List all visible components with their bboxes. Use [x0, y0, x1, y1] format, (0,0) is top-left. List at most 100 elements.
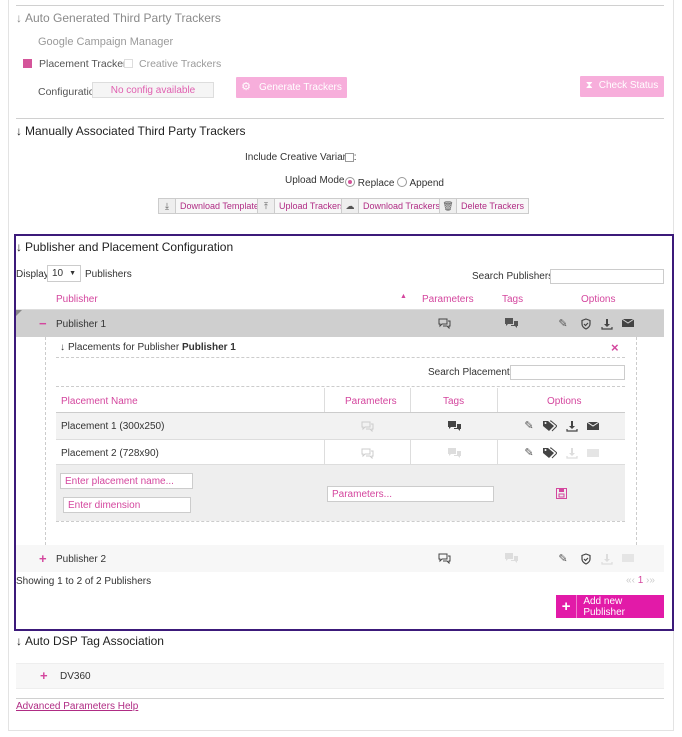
upload-trackers-button[interactable]: ⤒ Upload Trackers	[257, 198, 350, 214]
pagination: «‹ 1 ›»	[626, 575, 655, 586]
comments-filled-icon[interactable]	[447, 448, 461, 459]
parameters-input[interactable]	[327, 486, 494, 502]
section-dsp-title[interactable]: ↓ Auto DSP Tag Association	[16, 634, 164, 648]
download-icon[interactable]	[565, 420, 579, 432]
hourglass-icon: ⧗	[585, 80, 593, 91]
arrow-down-icon: ↓	[16, 124, 22, 138]
placements-title[interactable]: ↓ Placements for Publisher Publisher 1	[60, 342, 236, 353]
add-publisher-button[interactable]: + Add new Publisher	[556, 595, 664, 618]
advanced-parameters-help-link[interactable]: Advanced Parameters Help	[16, 701, 138, 712]
replace-label: Replace	[357, 178, 395, 189]
dsp-name: DV360	[60, 671, 91, 682]
envelope-icon[interactable]	[586, 448, 600, 458]
config-select[interactable]: No config available	[92, 82, 214, 98]
divider	[56, 521, 625, 522]
upload-icon: ⤒	[258, 199, 275, 213]
divider	[16, 118, 664, 119]
shield-check-icon[interactable]	[579, 318, 593, 330]
envelope-icon[interactable]	[586, 421, 600, 431]
comments-icon[interactable]	[437, 318, 451, 329]
section-publisher-config-title[interactable]: ↓ Publisher and Placement Configuration	[16, 240, 233, 254]
caret-down-icon: ▼	[69, 270, 76, 277]
expand-toggle[interactable]: +	[39, 551, 47, 566]
section-auto-trackers-title[interactable]: ↓ Auto Generated Third Party Trackers	[16, 11, 221, 25]
placement-name: Placement 2 (728x90)	[61, 448, 159, 459]
expand-toggle[interactable]: +	[40, 668, 48, 683]
placement-trackers-checkbox[interactable]	[23, 59, 32, 68]
upload-mode-radios: Replace Append	[345, 177, 444, 189]
row-corner-marker	[16, 310, 22, 316]
column-publisher[interactable]: Publisher	[56, 294, 98, 305]
divider	[56, 357, 625, 358]
append-radio[interactable]	[397, 177, 408, 187]
trash-icon: 🗑	[440, 199, 457, 213]
pencil-icon[interactable]: ✎	[522, 447, 536, 459]
download-icon[interactable]	[600, 553, 614, 565]
download-icon[interactable]	[600, 318, 614, 330]
creative-trackers-checkbox[interactable]	[124, 59, 133, 68]
upload-mode-label: Upload Mode :	[285, 175, 351, 186]
provider-name: Google Campaign Manager	[38, 36, 174, 48]
include-creative-label: Include Creative Variant :	[245, 152, 357, 163]
column-options: Options	[581, 294, 616, 305]
close-icon[interactable]: ×	[611, 340, 619, 355]
arrow-down-icon: ↓	[60, 342, 65, 353]
display-label: Display	[16, 269, 49, 280]
generate-trackers-button[interactable]: ⚙ Generate Trackers	[236, 77, 347, 98]
comments-filled-icon[interactable]	[447, 421, 461, 432]
publishers-count-label: Publishers	[85, 269, 132, 280]
sort-asc-icon[interactable]: ▲	[400, 293, 407, 300]
display-count-select[interactable]: 10 ▼	[47, 265, 81, 282]
shield-check-icon[interactable]	[579, 553, 593, 565]
append-label: Append	[409, 178, 444, 189]
download-icon: ⤓	[159, 199, 176, 213]
dsp-row[interactable]	[16, 663, 664, 689]
arrow-down-icon: ↓	[16, 634, 22, 648]
tags-icon[interactable]	[543, 420, 557, 432]
search-publishers-input[interactable]	[550, 269, 664, 284]
search-placements-input[interactable]	[510, 365, 625, 380]
replace-radio[interactable]	[345, 177, 355, 187]
collapse-toggle[interactable]: −	[39, 316, 47, 331]
include-creative-checkbox[interactable]	[345, 153, 354, 162]
column-parameters: Parameters	[345, 396, 397, 407]
page-1-button[interactable]: 1	[638, 575, 644, 586]
last-page-button[interactable]: »	[649, 575, 655, 586]
section-manual-trackers-title[interactable]: ↓ Manually Associated Third Party Tracker…	[16, 124, 246, 138]
check-status-button[interactable]: ⧗ Check Status	[580, 76, 664, 97]
column-tags: Tags	[502, 294, 524, 305]
column-tags: Tags	[443, 396, 465, 407]
comments-filled-icon[interactable]	[504, 318, 518, 329]
pencil-icon[interactable]: ✎	[556, 318, 570, 330]
comments-icon[interactable]	[360, 421, 374, 432]
dimension-input[interactable]	[63, 497, 191, 513]
delete-trackers-button[interactable]: 🗑 Delete Trackers	[439, 198, 530, 214]
column-placement-name: Placement Name	[61, 396, 138, 407]
envelope-icon[interactable]	[621, 318, 635, 328]
column-options: Options	[547, 396, 582, 407]
placement-name-input[interactable]	[60, 473, 193, 489]
download-template-button[interactable]: ⤓ Download Template	[158, 198, 264, 214]
arrow-down-icon: ↓	[16, 11, 22, 25]
pencil-icon[interactable]: ✎	[522, 420, 536, 432]
comments-filled-icon[interactable]	[504, 553, 518, 564]
column-parameters: Parameters	[422, 294, 474, 305]
comments-icon[interactable]	[360, 448, 374, 459]
prev-page-button[interactable]: ‹	[632, 575, 635, 586]
placement-name: Placement 1 (300x250)	[61, 421, 165, 432]
cloud-download-icon: ☁	[342, 199, 359, 213]
divider	[56, 439, 625, 440]
comments-icon[interactable]	[437, 553, 451, 564]
search-publishers-label: Search Publishers :	[472, 271, 559, 282]
search-placements-label: Search Placements :	[428, 367, 521, 378]
pencil-icon[interactable]: ✎	[556, 553, 570, 565]
showing-count: Showing 1 to 2 of 2 Publishers	[16, 576, 152, 587]
download-trackers-button[interactable]: ☁ Download Trackers	[341, 198, 446, 214]
tags-icon[interactable]	[543, 447, 557, 459]
publisher-name: Publisher 1	[56, 319, 107, 330]
download-icon[interactable]	[565, 447, 579, 459]
envelope-icon[interactable]	[621, 553, 635, 563]
plus-icon: +	[556, 595, 578, 618]
save-icon[interactable]	[554, 488, 568, 499]
publisher-name: Publisher 2	[56, 554, 107, 565]
